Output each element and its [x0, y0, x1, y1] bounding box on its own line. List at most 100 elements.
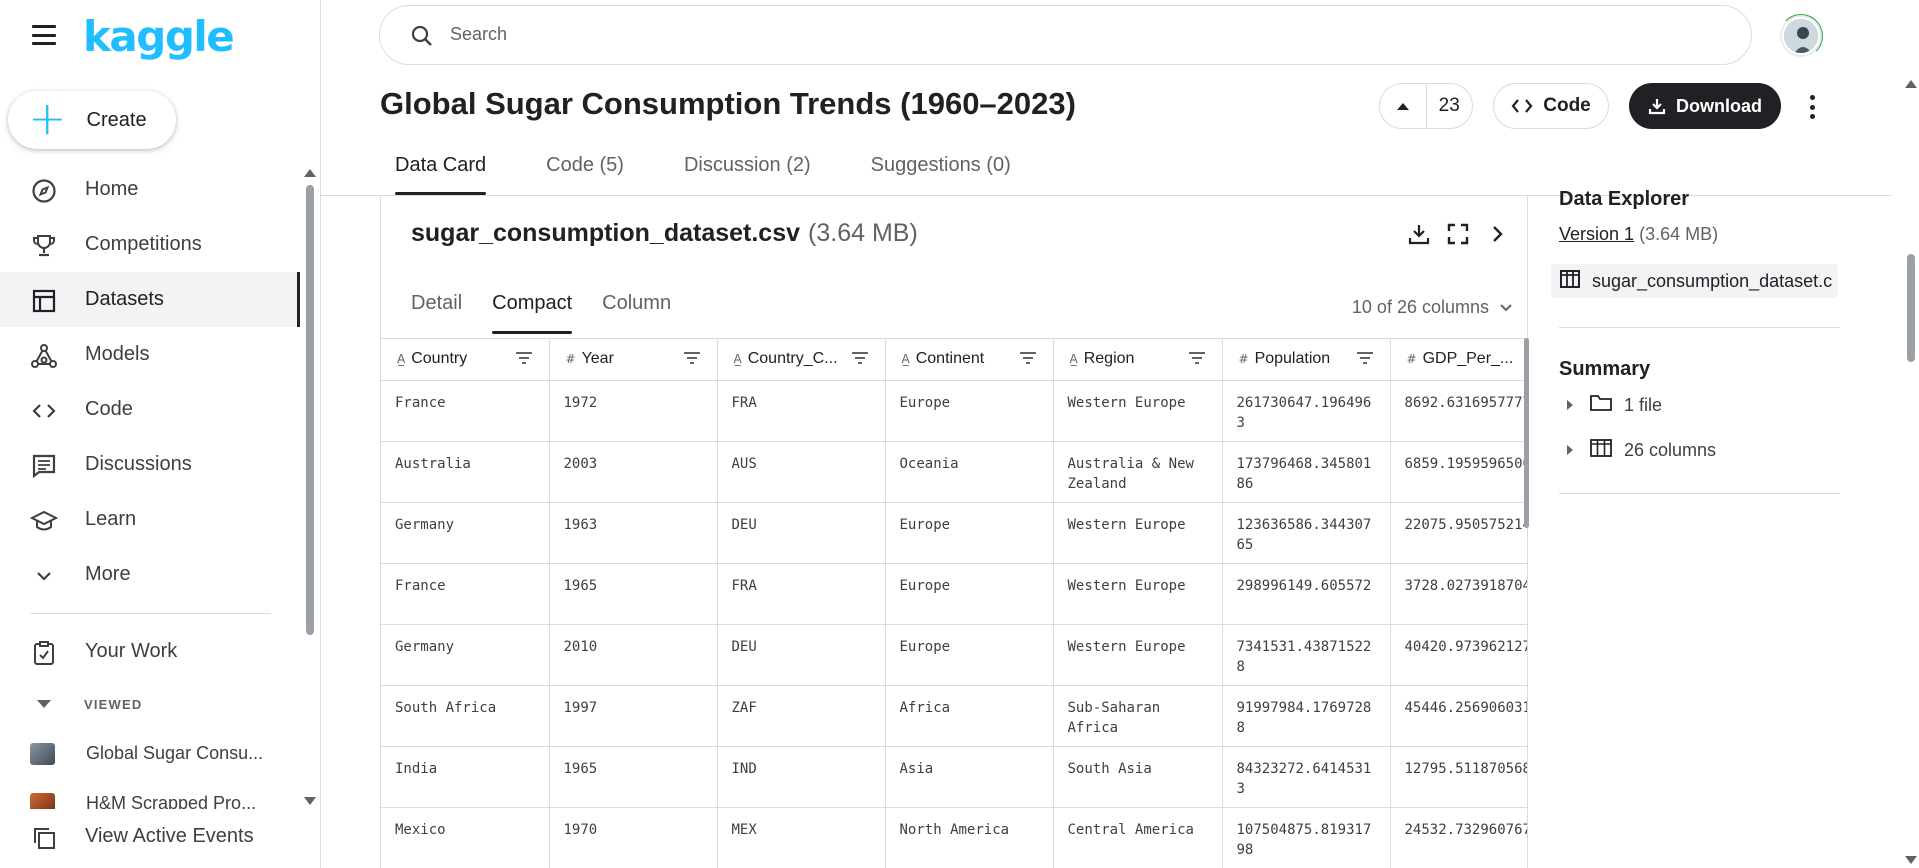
upvote-button[interactable] — [1380, 83, 1427, 129]
sidebar-item-discussions[interactable]: Discussions — [0, 437, 300, 492]
table-cell[interactable]: Europe — [885, 502, 1054, 564]
download-file-icon[interactable] — [1405, 220, 1433, 248]
table-cell[interactable]: Europe — [885, 624, 1054, 686]
table-cell[interactable]: Western Europe — [1053, 563, 1223, 625]
create-button[interactable]: + Create — [8, 91, 176, 149]
caret-down-icon[interactable] — [37, 700, 51, 708]
column-header-country-code[interactable]: A̲ Country_C... — [717, 339, 886, 381]
scrollbar-thumb[interactable] — [1907, 254, 1915, 362]
sidebar-item-your-work[interactable]: Your Work — [0, 624, 300, 679]
table-cell[interactable]: 7341531.438715228 — [1222, 624, 1391, 686]
sidebar-item-learn[interactable]: Learn — [0, 492, 300, 547]
tab-code[interactable]: Code (5) — [531, 150, 639, 195]
table-cell[interactable]: 1970 — [549, 807, 718, 868]
table-cell[interactable]: 1997 — [549, 685, 718, 747]
table-cell[interactable]: South Asia — [1053, 746, 1223, 808]
more-options-icon[interactable] — [1802, 92, 1822, 122]
table-cell[interactable]: 1963 — [549, 502, 718, 564]
sidebar-item-view-events[interactable]: View Active Events — [0, 809, 300, 864]
table-cell[interactable]: Central America — [1053, 807, 1223, 868]
table-cell[interactable]: 1965 — [549, 563, 718, 625]
sort-icon[interactable] — [683, 351, 701, 370]
search-bar[interactable] — [379, 5, 1752, 65]
table-cell[interactable]: Germany — [381, 624, 550, 686]
table-cell[interactable]: Sub-Saharan Africa — [1053, 685, 1223, 747]
column-header-year[interactable]: # Year — [549, 339, 718, 381]
sidebar-item-datasets[interactable]: Datasets — [0, 272, 300, 327]
sidebar-item-models[interactable]: Models — [0, 327, 300, 382]
table-cell[interactable]: Oceania — [885, 441, 1054, 503]
table-cell[interactable]: AUS — [717, 441, 886, 503]
table-cell[interactable]: 12795.511870568 — [1390, 746, 1527, 808]
table-cell[interactable]: 1965 — [549, 746, 718, 808]
scrollbar-thumb[interactable] — [1524, 338, 1529, 528]
table-cell[interactable]: FRA — [717, 380, 886, 442]
scroll-down-icon[interactable] — [304, 797, 316, 805]
kaggle-logo[interactable]: kaggle — [83, 12, 235, 61]
sort-icon[interactable] — [1356, 351, 1374, 370]
subtab-compact[interactable]: Compact — [477, 292, 587, 334]
summary-files-row[interactable]: 1 file — [1559, 390, 1662, 420]
table-cell[interactable]: North America — [885, 807, 1054, 868]
search-input[interactable] — [450, 24, 1650, 45]
table-cell[interactable]: Western Europe — [1053, 502, 1223, 564]
tab-discussion[interactable]: Discussion (2) — [669, 150, 826, 195]
table-cell[interactable]: 1972 — [549, 380, 718, 442]
table-cell[interactable]: 45446.256906031 — [1390, 685, 1527, 747]
tab-suggestions[interactable]: Suggestions (0) — [856, 150, 1026, 195]
code-button[interactable]: Code — [1493, 83, 1609, 129]
table-cell[interactable]: 6859.1959596506 — [1390, 441, 1527, 503]
table-cell[interactable]: 8692.6316957777 — [1390, 380, 1527, 442]
table-cell[interactable]: 298996149.605572 — [1222, 563, 1391, 625]
table-cell[interactable]: Western Europe — [1053, 380, 1223, 442]
page-scrollbar[interactable] — [1903, 78, 1919, 868]
table-cell[interactable]: ZAF — [717, 685, 886, 747]
sort-icon[interactable] — [851, 351, 869, 370]
table-cell[interactable]: 84323272.64145313 — [1222, 746, 1391, 808]
table-cell[interactable]: 3728.02739187043 — [1390, 563, 1527, 625]
table-cell[interactable]: 261730647.1964963 — [1222, 380, 1391, 442]
scrollbar-thumb[interactable] — [306, 185, 314, 635]
column-header-country[interactable]: A̲ Country — [381, 339, 550, 381]
avatar[interactable] — [1782, 17, 1820, 55]
column-header-population[interactable]: # Population — [1222, 339, 1391, 381]
scroll-up-icon[interactable] — [1905, 80, 1917, 88]
column-header-region[interactable]: A̲ Region — [1053, 339, 1223, 381]
table-cell[interactable]: Western Europe — [1053, 624, 1223, 686]
sort-icon[interactable] — [515, 351, 533, 370]
sort-icon[interactable] — [1019, 351, 1037, 370]
chevron-right-icon[interactable] — [1483, 220, 1511, 248]
table-cell[interactable]: Mexico — [381, 807, 550, 868]
table-cell[interactable]: 40420.973962127 — [1390, 624, 1527, 686]
explorer-file-item[interactable]: sugar_consumption_dataset.c — [1551, 264, 1838, 298]
table-cell[interactable]: 91997984.17697288 — [1222, 685, 1391, 747]
column-header-gdp-per-capita[interactable]: # GDP_Per_... — [1390, 339, 1527, 381]
column-header-continent[interactable]: A̲ Continent — [885, 339, 1054, 381]
sidebar-item-home[interactable]: Home — [0, 162, 300, 217]
sidebar-item-more[interactable]: More — [0, 547, 300, 602]
table-cell[interactable]: France — [381, 380, 550, 442]
table-cell[interactable]: FRA — [717, 563, 886, 625]
version-link[interactable]: Version 1 — [1559, 224, 1634, 244]
download-button[interactable]: Download — [1629, 83, 1781, 129]
table-cell[interactable]: 107504875.81931798 — [1222, 807, 1391, 868]
table-cell[interactable]: Africa — [885, 685, 1054, 747]
subtab-detail[interactable]: Detail — [396, 292, 477, 334]
table-cell[interactable]: 123636586.34430765 — [1222, 502, 1391, 564]
sidebar-item-competitions[interactable]: Competitions — [0, 217, 300, 272]
scroll-up-icon[interactable] — [304, 169, 316, 177]
table-cell[interactable]: MEX — [717, 807, 886, 868]
scroll-down-icon[interactable] — [1905, 856, 1917, 864]
table-cell[interactable]: DEU — [717, 502, 886, 564]
table-cell[interactable]: Asia — [885, 746, 1054, 808]
table-cell[interactable]: Australia — [381, 441, 550, 503]
table-cell[interactable]: Europe — [885, 380, 1054, 442]
table-cell[interactable]: 24532.732960767 — [1390, 807, 1527, 868]
table-cell[interactable]: IND — [717, 746, 886, 808]
viewed-item[interactable]: Global Sugar Consu... — [0, 736, 300, 772]
table-cell[interactable]: 173796468.34580186 — [1222, 441, 1391, 503]
summary-columns-row[interactable]: 26 columns — [1559, 435, 1716, 465]
table-scrollbar[interactable] — [1524, 338, 1529, 868]
table-cell[interactable]: DEU — [717, 624, 886, 686]
menu-icon[interactable] — [30, 22, 58, 48]
